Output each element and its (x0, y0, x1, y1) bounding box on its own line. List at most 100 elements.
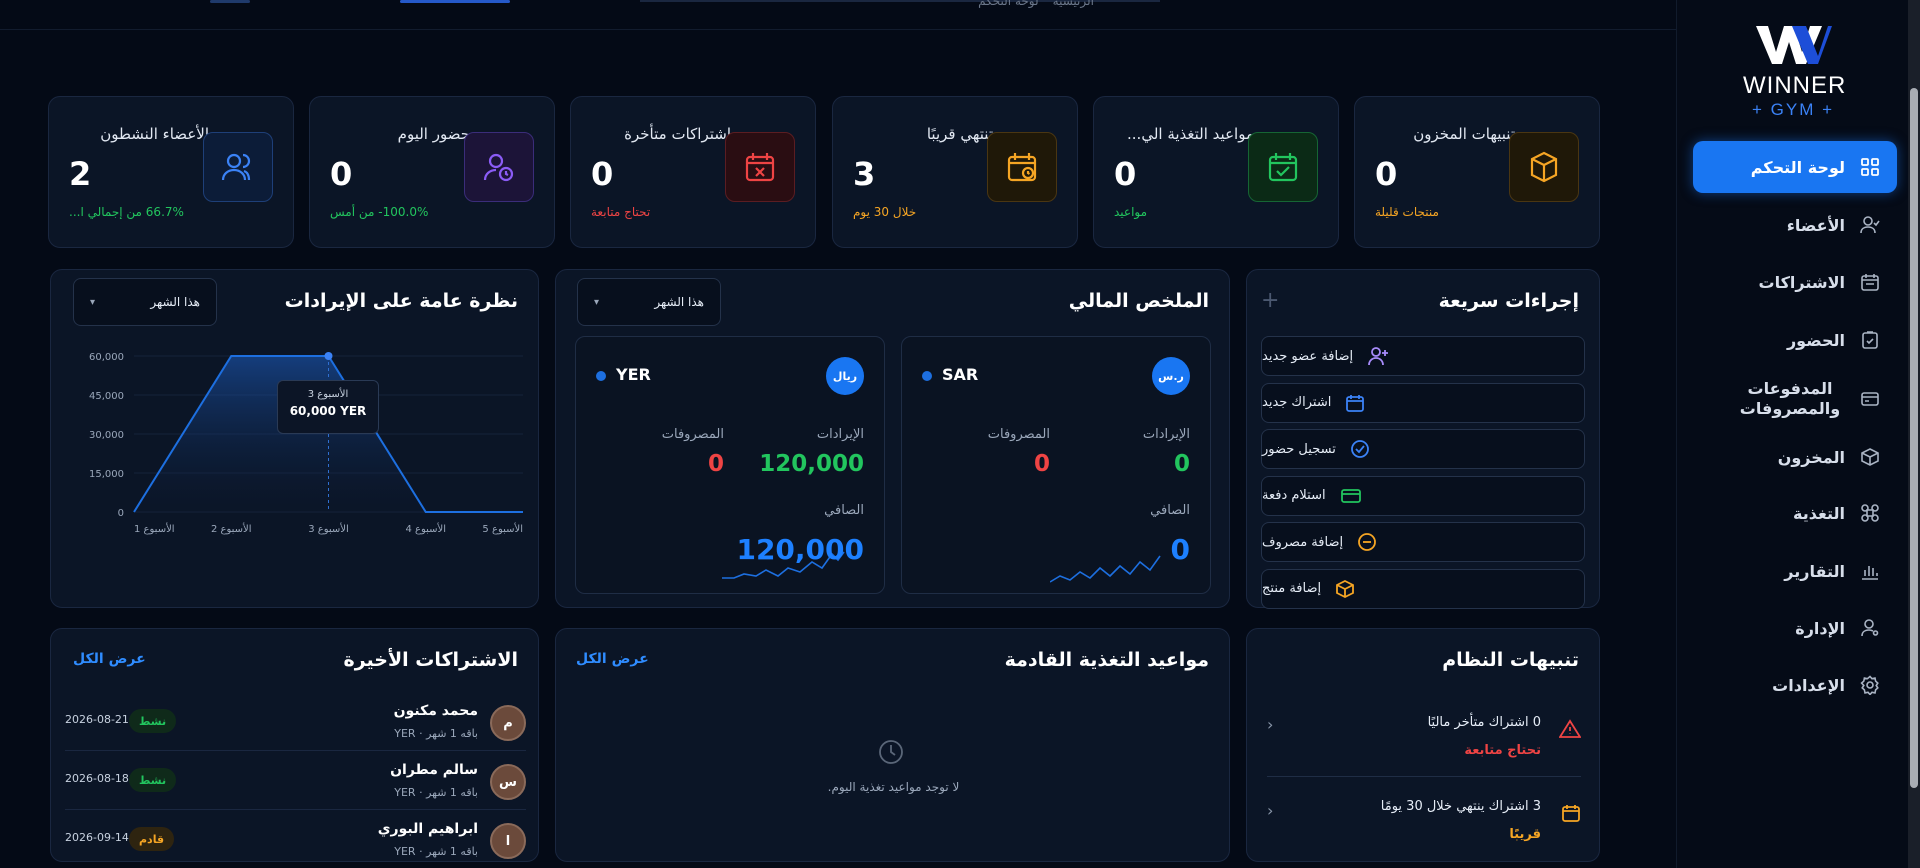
y-tick-label: 0 (118, 508, 124, 519)
quick-action-button[interactable]: تسجيل حضور (1261, 429, 1585, 469)
currency-box-sar: SAR ر.س الإيرادات المصروفات 0 0 الصافي 0 (901, 336, 1211, 594)
revenue-period-dropdown[interactable]: ▾ هذا الشهر (73, 278, 217, 326)
member-name: ابراهيم البوري (377, 821, 478, 837)
breadcrumb: الرئيسية لوحة التحكم (978, 0, 1094, 8)
brand-name: WINNER (1743, 72, 1847, 99)
nutrition-view-all-link[interactable]: عرض الكل (576, 651, 649, 667)
member-name: سالم مطران (390, 762, 478, 778)
grid-icon (1859, 156, 1881, 178)
sidebar-item-settings[interactable]: الإعدادات (1693, 659, 1897, 711)
expense-value: 0 (1033, 451, 1050, 477)
quick-action-button[interactable]: إضافة منتج (1261, 568, 1585, 609)
revenue-chart[interactable]: 60,000 45,000 30,000 15,000 0 الأسبوع 1 الأسبو… (51, 340, 540, 600)
stat-subtext: مواعيد (1114, 205, 1148, 219)
chevron-left-icon[interactable]: ‹ (1267, 715, 1273, 734)
sidebar-item-subscriptions[interactable]: الاشتراكات (1693, 256, 1897, 308)
nutrition-card: مواعيد التغذية القادمة عرض الكل لا توجد … (555, 628, 1230, 862)
subscription-row[interactable]: ا ابراهيم البوري باقه 1 شهر · YER قادم 2… (65, 817, 526, 868)
net-value: 120,000 (736, 533, 864, 566)
recent-subs-view-all-link[interactable]: عرض الكل (73, 651, 146, 667)
plan-text: باقه 1 شهر · YER (394, 845, 478, 858)
quick-action-button[interactable]: إضافة مصروف (1261, 522, 1585, 562)
revenue-value: 120,000 (759, 451, 864, 477)
subscription-row[interactable]: م محمد مكنون باقه 1 شهر · YER نشط 2026-0… (65, 699, 526, 751)
stat-subtext: 100.0%- من أمس (330, 205, 429, 219)
breadcrumb-home[interactable]: الرئيسية (1053, 0, 1094, 8)
stat-card-nutrition-today[interactable]: مواعيد التغذية الي... 0 مواعيد (1093, 96, 1339, 248)
gear-icon (1859, 674, 1881, 696)
net-label: الصافي (1150, 503, 1190, 518)
avatar: م (490, 705, 526, 741)
revenue-period-label: هذا الشهر (150, 295, 200, 309)
sidebar-item-inventory[interactable]: المخزون (1693, 431, 1897, 483)
quick-action-button[interactable]: إضافة عضو جديد (1261, 336, 1585, 376)
sidebar-item-reports[interactable]: التقارير (1693, 545, 1897, 597)
alert-item[interactable]: 0 اشتراك متأخر ماليًا تحتاج متابعة ‹ (1267, 697, 1582, 777)
box-icon (1335, 579, 1355, 599)
plus-icon[interactable]: + (1261, 288, 1279, 313)
nutrition-empty-text: لا توجد مواعيد تغذية اليوم. (827, 780, 960, 794)
recent-subscriptions-card: الاشتراكات الأخيرة عرض الكل م محمد مكنون… (50, 628, 539, 862)
brand-logo[interactable]: WINNER + GYM + (1743, 22, 1847, 126)
alert-item[interactable]: 3 اشتراك ينتهي خلال 30 يومًا قريبًا ‹ (1267, 781, 1581, 861)
brand-sub: + GYM + (1751, 100, 1835, 119)
sidebar-item-payments[interactable]: المدفوعات والمصروفات (1693, 371, 1897, 427)
sidebar-item-label: الإعدادات (1772, 675, 1845, 695)
check-circle-icon (1350, 439, 1370, 459)
calendar-icon (1859, 271, 1881, 293)
calendar-clock-icon (987, 132, 1057, 202)
stat-title: تنبيهات المخزون (1413, 125, 1515, 143)
sidebar-item-admin[interactable]: الإدارة (1693, 602, 1897, 654)
nutrition-title: مواعيد التغذية القادمة (1004, 649, 1209, 671)
y-tick-label: 45,000 (89, 391, 124, 402)
financial-period-dropdown[interactable]: ▾ هذا الشهر (577, 278, 721, 326)
alerts-title: تنبيهات النظام (1442, 649, 1579, 671)
x-tick-label: الأسبوع 2 (211, 522, 252, 535)
financial-summary-card: الملخص المالي ▾ هذا الشهر SAR ر.س الإيرا… (555, 269, 1230, 608)
plan-text: باقه 1 شهر · YER (394, 727, 478, 740)
member-name: محمد مكنون (393, 703, 478, 719)
quick-action-button[interactable]: استلام دفعة (1261, 475, 1585, 516)
plan-text: باقه 1 شهر · YER (394, 786, 478, 799)
top-indicator-active (400, 0, 510, 3)
data-point[interactable] (324, 352, 333, 360)
user-icon (1859, 214, 1881, 236)
avatar: ا (490, 823, 526, 859)
stat-card-active-members[interactable]: الأعضاء النشطون 2 66.7% من إجمالي ا... (48, 96, 294, 248)
sidebar-item-attendance[interactable]: الحضور (1693, 314, 1897, 366)
financial-title: الملخص المالي (1068, 290, 1209, 312)
tooltip-week: الأسبوع 3 (307, 389, 349, 400)
stat-card-inventory-alerts[interactable]: تنبيهات المخزون 0 منتجات قليلة (1354, 96, 1600, 248)
quick-actions-card: إجراءات سريعة + إضافة عضو جديد اشتراك جد… (1246, 269, 1600, 609)
chevron-left-icon[interactable]: ‹ (1267, 801, 1273, 820)
subscription-row[interactable]: س سالم مطران باقه 1 شهر · YER نشط 2026-0… (65, 758, 526, 810)
status-badge: نشط (129, 709, 177, 733)
quick-actions-title: إجراءات سريعة (1438, 290, 1579, 312)
sidebar-item-dashboard[interactable]: لوحة التحكم (1693, 141, 1897, 193)
stat-card-today-attendance[interactable]: حضور اليوم 0 100.0%- من أمس (309, 96, 555, 248)
warning-icon (1558, 719, 1582, 743)
sidebar-item-label: الأعضاء (1786, 215, 1845, 235)
alert-status: قريبًا (1509, 827, 1541, 842)
status-badge: قادم (129, 827, 175, 851)
user-clock-icon (464, 132, 534, 202)
status-badge: نشط (129, 768, 177, 792)
scrollbar-thumb[interactable] (1910, 88, 1918, 788)
stat-card-expiring-soon[interactable]: تنتهي قريبًا 3 خلال 30 يوم (832, 96, 1078, 248)
sidebar-item-label: التغذية (1792, 503, 1845, 523)
page-scrollbar[interactable] (1908, 0, 1920, 868)
quick-action-label: تسجيل حضور (1262, 441, 1336, 457)
sidebar-item-label: الاشتراكات (1758, 272, 1846, 292)
recent-subs-title: الاشتراكات الأخيرة (343, 649, 518, 671)
revenue-chart-title: نظرة عامة على الإيرادات (284, 290, 518, 312)
quick-action-button[interactable]: اشتراك جديد (1261, 382, 1585, 423)
sidebar-item-nutrition[interactable]: التغذية (1693, 487, 1897, 539)
currency-box-yer: YER ريال الإيرادات المصروفات 120,000 0 ا… (575, 336, 885, 594)
sidebar-item-label: التقارير (1784, 561, 1845, 581)
calendar-icon (1561, 803, 1581, 827)
stat-card-overdue-subscriptions[interactable]: اشتراكات متأخرة 0 تحتاج متابعة (570, 96, 816, 248)
sidebar-item-members[interactable]: الأعضاء (1693, 199, 1897, 251)
y-tick-label: 15,000 (89, 469, 124, 480)
expense-label: المصروفات (987, 427, 1050, 442)
stat-subtext: خلال 30 يوم (853, 205, 917, 219)
